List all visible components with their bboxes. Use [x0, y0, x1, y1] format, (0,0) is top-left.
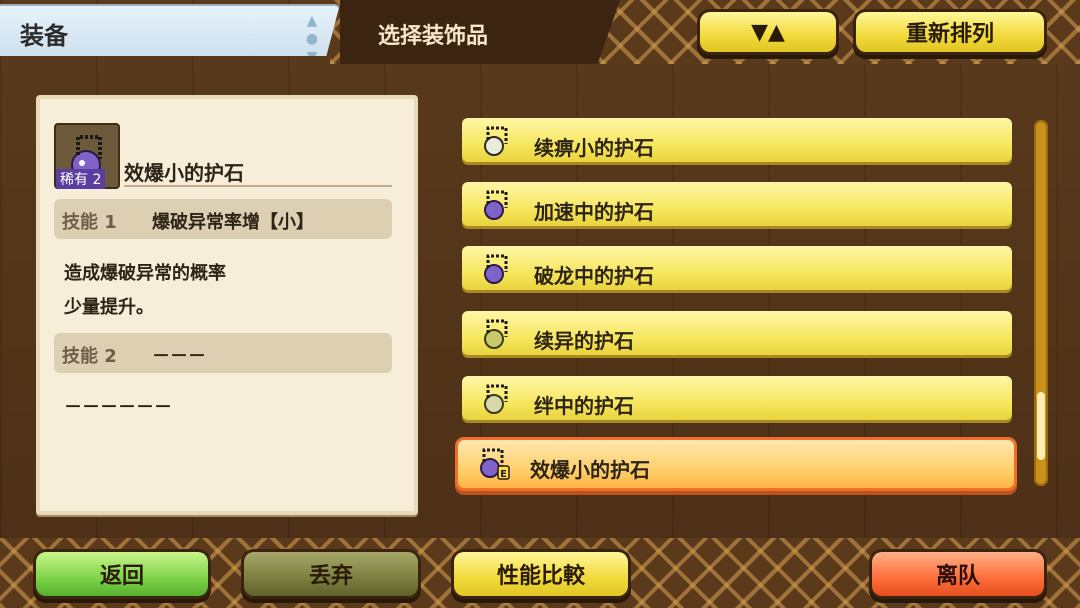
charm-icon	[484, 384, 508, 414]
list-item[interactable]: 续异的护石	[462, 311, 1012, 355]
page-title: 装备	[20, 22, 68, 50]
charm-icon	[484, 126, 508, 156]
title-tab[interactable]: 装备 ▲ ● ▼	[0, 4, 340, 56]
skill-1-row: 技能 1 爆破异常率增【小】	[54, 199, 392, 239]
charm-icon	[484, 319, 508, 349]
leave-label: 离队	[935, 564, 980, 589]
rarity-badge: 稀有 2	[56, 169, 106, 189]
top-bar: 装备 ▲ ● ▼ 选择装饰品 ▼▲ 重新排列	[0, 0, 1080, 64]
list-item-label: 加速中的护石	[534, 200, 654, 224]
compare-button[interactable]: 性能比較	[454, 552, 628, 596]
name-divider	[124, 185, 392, 187]
item-detail-panel: 稀有 2 效爆小的护石 技能 1 爆破异常率增【小】 造成爆破异常的概率 少量提…	[36, 95, 418, 515]
sort-order-button[interactable]: ▼▲	[700, 12, 836, 52]
discard-button[interactable]: 丢弃	[244, 552, 418, 596]
back-button[interactable]: 返回	[36, 552, 208, 596]
skill-1-label: 技能 1	[62, 212, 117, 233]
charm-icon	[484, 254, 508, 284]
back-label: 返回	[99, 564, 144, 589]
skill-1-value: 爆破异常率增【小】	[152, 212, 314, 233]
skill-2-label: 技能 2	[62, 346, 117, 367]
bottom-bar: 返回 丢弃 性能比較 离队	[0, 538, 1080, 608]
skill-2-value: －－－	[152, 346, 206, 367]
item-name: 效爆小的护石	[124, 161, 244, 185]
list-item[interactable]: 绊中的护石	[462, 376, 1012, 420]
scrollbar-thumb[interactable]	[1037, 392, 1045, 460]
list-item[interactable]: 续痹小的护石	[462, 118, 1012, 162]
discard-label: 丢弃	[308, 564, 353, 589]
list-item-label: 续异的护石	[534, 329, 634, 353]
reorder-label: 重新排列	[905, 22, 994, 47]
equipped-badge: E	[500, 469, 507, 480]
skill-2-desc: －－－－－－	[64, 397, 172, 418]
list-item-label: 破龙中的护石	[534, 264, 654, 288]
reorder-button[interactable]: 重新排列	[856, 12, 1044, 52]
skill-2-row: 技能 2 －－－	[54, 333, 392, 373]
list-item-label: 绊中的护石	[534, 394, 634, 418]
sort-order-icon: ▼▲	[751, 19, 785, 45]
charm-icon: E	[480, 448, 510, 480]
leave-button[interactable]: 离队	[872, 552, 1044, 596]
tab-switch-icon[interactable]: ▲ ● ▼	[300, 12, 324, 56]
list-item[interactable]: 破龙中的护石	[462, 246, 1012, 290]
skill-1-desc-line2: 少量提升。	[64, 297, 154, 318]
skill-1-desc-line1: 造成爆破异常的概率	[64, 263, 226, 284]
page-subtitle: 选择装饰品	[378, 24, 489, 49]
list-item-selected[interactable]: E 效爆小的护石	[458, 440, 1014, 488]
list-item-label: 效爆小的护石	[530, 458, 650, 482]
charm-icon	[484, 190, 508, 220]
list-item-label: 续痹小的护石	[534, 136, 654, 160]
compare-label: 性能比較	[496, 564, 585, 589]
list-item[interactable]: 加速中的护石	[462, 182, 1012, 226]
